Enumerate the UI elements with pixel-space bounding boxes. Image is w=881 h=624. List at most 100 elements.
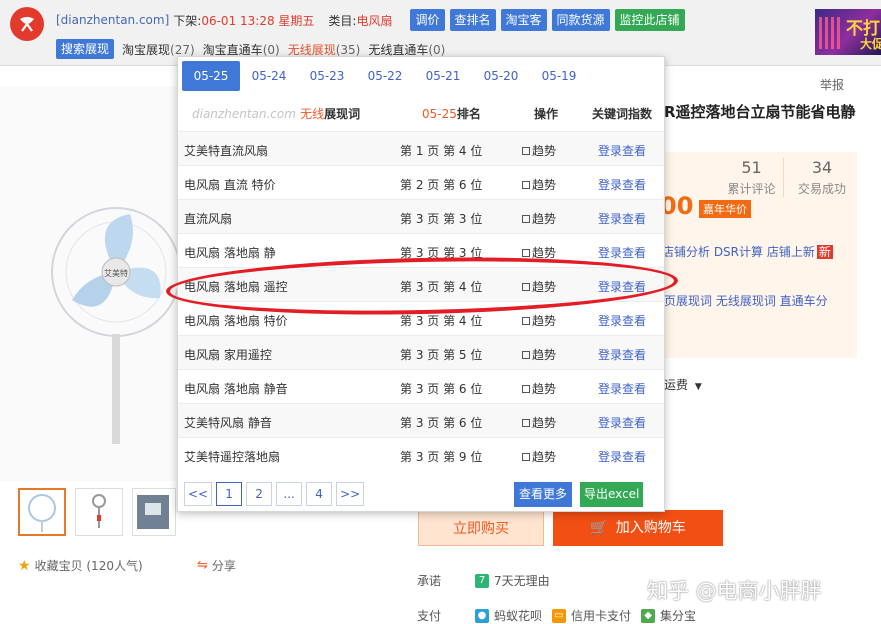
trend-icon bbox=[522, 147, 530, 155]
rank-column-header: 05-25排名 bbox=[422, 105, 481, 122]
cart-icon: 🛒 bbox=[590, 520, 608, 536]
trend-link[interactable]: 趋势 bbox=[522, 380, 556, 397]
jifenbao-icon: ◆ bbox=[641, 608, 656, 623]
keyword-links[interactable]: 页展现词 无线展现词 直通车分 bbox=[664, 294, 828, 308]
rank: 第 3 页 第 4 位 bbox=[400, 280, 483, 294]
trend-icon bbox=[522, 181, 530, 189]
login-view-link[interactable]: 登录查看 bbox=[598, 448, 646, 465]
taobaoke-button[interactable]: 淘宝客 bbox=[500, 9, 547, 31]
filter-taobao-exposure[interactable]: 淘宝展现(27) bbox=[122, 41, 195, 58]
reviews-stat[interactable]: 51 累计评论 bbox=[720, 158, 784, 197]
page-4-button[interactable]: 4 bbox=[306, 482, 333, 506]
date-tab[interactable]: 05-23 bbox=[298, 61, 356, 91]
date-tab[interactable]: 05-21 bbox=[414, 61, 472, 91]
rank: 第 3 页 第 6 位 bbox=[400, 382, 483, 396]
login-view-link[interactable]: 登录查看 bbox=[598, 312, 646, 329]
trend-label: 趋势 bbox=[532, 178, 557, 192]
favorite-button[interactable]: ★ 收藏宝贝 (120人气) bbox=[18, 557, 143, 574]
trend-link[interactable]: 趋势 bbox=[522, 346, 556, 363]
monitor-shop-button[interactable]: 监控此店铺 bbox=[614, 9, 685, 31]
filter-wireless-exposure[interactable]: 无线展现(35) bbox=[288, 41, 361, 58]
login-view-link[interactable]: 登录查看 bbox=[598, 142, 646, 159]
export-excel-button[interactable]: 导出excel bbox=[580, 482, 644, 507]
buy-now-button[interactable]: 立即购买 bbox=[418, 510, 544, 546]
check-rank-button[interactable]: 查排名 bbox=[449, 9, 496, 31]
promo-banner[interactable]: 不打 大促 bbox=[815, 9, 881, 55]
filter-label: 无线展现 bbox=[287, 42, 336, 57]
login-view-link[interactable]: 登录查看 bbox=[598, 380, 646, 397]
table-row: 艾美特直流风扇 第 1 页 第 4 位 趋势 登录查看 bbox=[178, 131, 664, 165]
thumbnail-2[interactable] bbox=[75, 488, 123, 536]
shop-tools-links[interactable]: 店铺分析 DSR计算 店铺上新 bbox=[662, 245, 815, 259]
chevron-down-icon: ▼ bbox=[694, 382, 702, 392]
login-view-link[interactable]: 登录查看 bbox=[598, 278, 646, 295]
keyword-column-header: dianzhentan.com 无线展现词 bbox=[192, 105, 360, 122]
filter-taobao-ztc[interactable]: 淘宝直通车(0) bbox=[203, 41, 280, 58]
header-site: dianzhentan.com bbox=[192, 107, 296, 121]
star-icon: ★ bbox=[18, 557, 31, 574]
category-label: 类目: bbox=[328, 13, 357, 28]
trend-link[interactable]: 趋势 bbox=[522, 142, 556, 159]
adjust-price-button[interactable]: 调价 bbox=[410, 9, 445, 31]
huabei-icon: ● bbox=[475, 608, 490, 623]
last-page-button[interactable]: >> bbox=[336, 482, 365, 506]
operation-column-header: 操作 bbox=[534, 107, 559, 121]
trend-icon bbox=[522, 385, 530, 393]
date-tab[interactable]: 05-24 bbox=[240, 61, 298, 91]
filter-search-exposure[interactable]: 搜索展现 bbox=[56, 39, 115, 59]
svg-text:艾美特: 艾美特 bbox=[104, 268, 128, 278]
rank: 第 3 页 第 4 位 bbox=[400, 314, 483, 328]
date-tab[interactable]: 05-22 bbox=[356, 61, 414, 91]
trend-icon bbox=[522, 317, 530, 325]
reviews-label: 累计评论 bbox=[727, 182, 776, 196]
trend-link[interactable]: 趋势 bbox=[522, 278, 556, 295]
thumbnail-1[interactable] bbox=[18, 488, 66, 536]
filter-wireless-ztc[interactable]: 无线直通车(0) bbox=[368, 41, 445, 58]
trend-link[interactable]: 趋势 bbox=[522, 244, 556, 261]
trend-link[interactable]: 趋势 bbox=[522, 312, 556, 329]
trend-icon bbox=[522, 453, 530, 461]
add-to-cart-label: 加入购物车 bbox=[615, 520, 686, 536]
page-2-button[interactable]: 2 bbox=[246, 482, 273, 506]
thumbnail-3[interactable] bbox=[132, 488, 176, 536]
date-tab[interactable]: 05-25 bbox=[182, 61, 240, 91]
page-1-button[interactable]: 1 bbox=[216, 482, 243, 506]
date-tab[interactable]: 05-19 bbox=[530, 61, 588, 91]
login-view-link[interactable]: 登录查看 bbox=[598, 176, 646, 193]
promo-line2: 大促 bbox=[860, 37, 881, 51]
trend-label: 趋势 bbox=[532, 382, 557, 396]
trend-icon bbox=[522, 351, 530, 359]
deals-count: 34 bbox=[811, 158, 833, 177]
login-view-link[interactable]: 登录查看 bbox=[598, 414, 646, 431]
trend-link[interactable]: 趋势 bbox=[522, 448, 556, 465]
same-source-button[interactable]: 同款货源 bbox=[551, 9, 610, 31]
login-view-link[interactable]: 登录查看 bbox=[598, 210, 646, 227]
trend-label: 趋势 bbox=[532, 314, 557, 328]
table-row: 电风扇 落地扇 静音 第 3 页 第 6 位 趋势 登录查看 bbox=[178, 369, 664, 403]
filter-label: 淘宝直通车 bbox=[202, 42, 263, 57]
date-tab[interactable]: 05-20 bbox=[472, 61, 530, 91]
shipping-row[interactable]: 运费 ▼ bbox=[664, 376, 702, 393]
site-link[interactable]: [dianzhentan.com] bbox=[56, 13, 169, 27]
payment-row: 支付 ● 蚂蚁花呗 ▭ 信用卡支付 ◆ 集分宝 bbox=[417, 607, 696, 624]
date-tabs: 05-25 05-24 05-23 05-22 05-21 05-20 05-1… bbox=[182, 61, 588, 91]
shop-tools-row[interactable]: 店铺分析 DSR计算 店铺上新新 bbox=[662, 243, 833, 260]
pay-method-credit: 信用卡支付 bbox=[571, 609, 632, 623]
login-view-link[interactable]: 登录查看 bbox=[598, 244, 646, 261]
add-to-cart-button[interactable]: 🛒 加入购物车 bbox=[553, 510, 723, 546]
trend-link[interactable]: 趋势 bbox=[522, 176, 556, 193]
first-page-button[interactable]: << bbox=[184, 482, 213, 506]
keyword-links-row[interactable]: 页展现词 无线展现词 直通车分 bbox=[664, 292, 828, 309]
share-button[interactable]: ⇋ 分享 bbox=[197, 557, 236, 574]
trend-icon bbox=[522, 215, 530, 223]
trend-link[interactable]: 趋势 bbox=[522, 210, 556, 227]
listed-label: 下架: bbox=[173, 13, 202, 28]
keyword: 电风扇 落地扇 静 bbox=[184, 246, 276, 260]
dianzhentan-logo-icon[interactable] bbox=[10, 7, 44, 41]
view-more-button[interactable]: 查看更多 bbox=[514, 482, 573, 507]
login-view-link[interactable]: 登录查看 bbox=[598, 346, 646, 363]
trend-link[interactable]: 趋势 bbox=[522, 414, 556, 431]
keyword: 艾美特直流风扇 bbox=[184, 144, 269, 158]
report-link[interactable]: 举报 bbox=[820, 76, 844, 93]
category-value: 电风扇 bbox=[356, 13, 393, 28]
